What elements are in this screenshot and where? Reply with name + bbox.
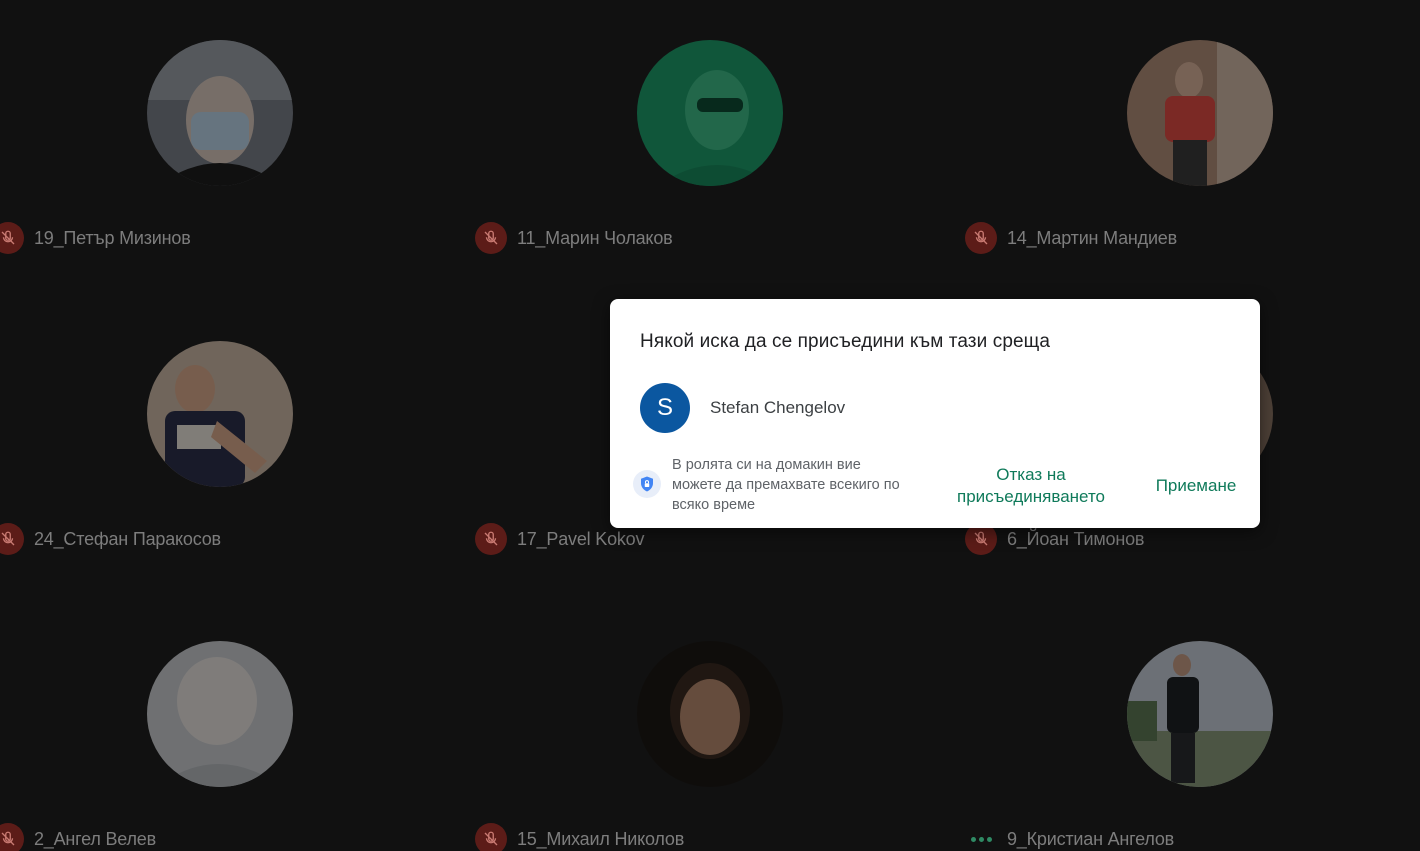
participant-avatar (1127, 40, 1273, 186)
participant-name: 24_Стефан Паракосов (34, 528, 221, 549)
participant-name-row: 11_Марин Чолаков (475, 221, 673, 255)
participant-name: 17_Pavel Kokov (517, 528, 645, 549)
join-request-dialog: Някой иска да се присъедини към тази сре… (610, 299, 1260, 528)
participant-avatar (637, 40, 783, 186)
participant-name-row: 14_Мартин Мандиев (965, 221, 1177, 255)
participant-avatar (147, 641, 293, 787)
participant-name: 9_Кристиан Ангелов (1007, 828, 1175, 849)
participant-avatar (637, 641, 783, 787)
shield-lock-icon (633, 470, 661, 498)
mic-off-icon[interactable] (0, 222, 24, 254)
participant-avatar (1127, 641, 1273, 787)
participant-avatar (147, 341, 293, 487)
participant-name-row: 9_Кристиан Ангелов (965, 822, 1174, 851)
participant-name: 2_Ангел Велев (34, 828, 156, 849)
deny-join-button[interactable]: Отказ на присъединяването (946, 464, 1116, 508)
participant-name: 14_Мартин Мандиев (1007, 227, 1177, 248)
more-dots-icon (965, 823, 997, 851)
participant-name-row: 15_Михаил Николов (475, 822, 684, 851)
mic-off-icon[interactable] (965, 222, 997, 254)
mic-off-icon[interactable] (475, 523, 507, 555)
requester-name: Stefan Chengelov (710, 398, 846, 417)
mic-off-icon[interactable] (0, 523, 24, 555)
mic-off-icon[interactable] (475, 222, 507, 254)
participant-name: 6_Йоан Тимонов (1007, 528, 1145, 549)
host-note: В ролята си на домакин вие можете да пре… (672, 457, 900, 513)
meeting-grid: 19_Петър Мизинов 11_Марин Чолаков 14_Мар… (0, 0, 1420, 851)
mic-off-icon[interactable] (475, 823, 507, 851)
accept-join-button[interactable]: Приемане (1150, 475, 1242, 497)
participant-name-row: 19_Петър Мизинов (0, 221, 191, 255)
participant-name-row: 24_Стефан Паракосов (0, 522, 221, 556)
requester-avatar: S (640, 383, 690, 433)
participant-name: 19_Петър Мизинов (34, 227, 191, 248)
participant-name: 15_Михаил Николов (517, 828, 685, 849)
dialog-title: Някой иска да се присъедини към тази сре… (640, 331, 1051, 352)
participant-avatar (147, 40, 293, 186)
participant-name-row: 2_Ангел Велев (0, 822, 156, 851)
mic-off-icon[interactable] (0, 823, 24, 851)
participant-name: 11_Марин Чолаков (517, 227, 673, 248)
